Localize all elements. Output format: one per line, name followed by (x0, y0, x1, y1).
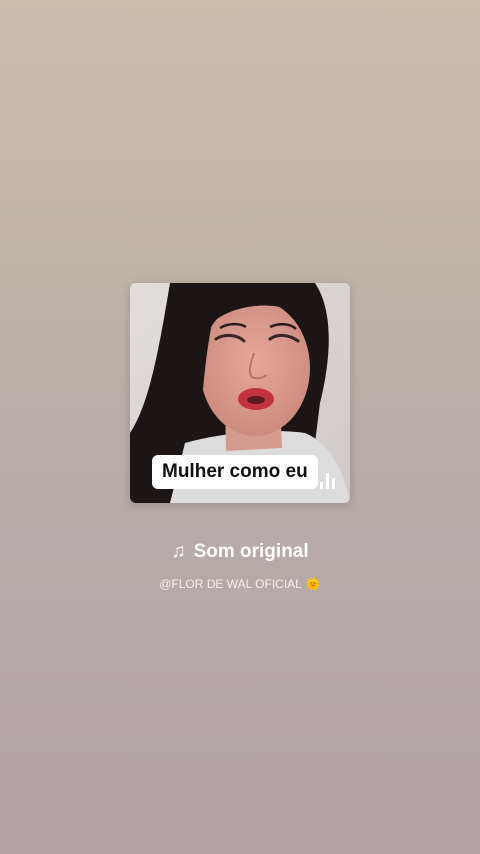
sound-title[interactable]: ♫ Som original (0, 538, 480, 566)
cover-caption: Mulher como eu (152, 455, 318, 489)
audio-bar (320, 482, 323, 489)
audio-bars-icon (320, 473, 336, 489)
audio-bar (332, 478, 335, 489)
sound-title-label: Som original (193, 541, 309, 562)
audio-cover-card[interactable]: Mulher como eu (130, 283, 350, 503)
music-note-icon: ♫ (171, 541, 186, 562)
sun-emoji-icon: 🌞 (305, 577, 321, 591)
author-handle: @FLOR DE WAL OFICIAL (159, 577, 302, 591)
audio-bar (326, 473, 329, 489)
author-link[interactable]: @FLOR DE WAL OFICIAL 🌞 (0, 575, 480, 593)
